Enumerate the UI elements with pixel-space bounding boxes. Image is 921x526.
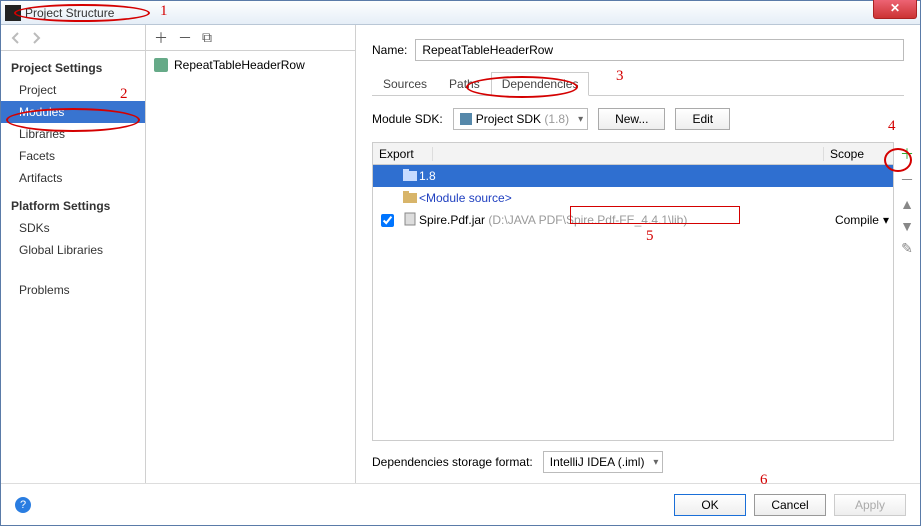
- tab-paths[interactable]: Paths: [438, 72, 491, 96]
- new-sdk-button[interactable]: New...: [598, 108, 665, 130]
- nav-history-bar: [1, 25, 145, 51]
- nav-header-platform: Platform Settings: [1, 195, 145, 217]
- settings-nav: Project Settings Project Modules Librari…: [1, 25, 146, 483]
- nav-item-artifacts[interactable]: Artifacts: [1, 167, 145, 189]
- app-icon: [5, 5, 21, 21]
- name-label: Name:: [372, 43, 407, 57]
- dep-table-header: Export Scope: [373, 143, 893, 165]
- nav-item-modules[interactable]: Modules: [1, 101, 145, 123]
- nav-header-project: Project Settings: [1, 57, 145, 79]
- remove-module-button[interactable]: －: [178, 28, 192, 48]
- nav-item-problems[interactable]: Problems: [1, 279, 145, 301]
- chevron-down-icon: ▾: [883, 213, 889, 227]
- export-checkbox[interactable]: [381, 214, 394, 227]
- edit-sdk-button[interactable]: Edit: [675, 108, 730, 130]
- dep-row-text: Spire.Pdf.jar (D:\JAVA PDF\Spire.Pdf-FE_…: [419, 213, 821, 227]
- help-button[interactable]: ?: [15, 497, 31, 513]
- sdk-row: Module SDK: Project SDK (1.8) New... Edi…: [356, 96, 920, 142]
- ok-button[interactable]: OK: [674, 494, 746, 516]
- move-down-button[interactable]: ▼: [900, 218, 914, 234]
- dep-row-jar[interactable]: Spire.Pdf.jar (D:\JAVA PDF\Spire.Pdf-FE_…: [373, 209, 893, 231]
- titlebar: Project Structure ✕: [1, 1, 920, 25]
- nav-item-libraries[interactable]: Libraries: [1, 123, 145, 145]
- main-panel: Name: Sources Paths Dependencies Module …: [356, 25, 920, 483]
- add-dependency-button[interactable]: ＋: [900, 144, 914, 164]
- sdk-icon: [460, 113, 472, 125]
- module-toolbar: ＋ － ⧉: [146, 25, 355, 51]
- name-input[interactable]: [415, 39, 904, 61]
- project-structure-dialog: Project Structure ✕ Project Settings Pro…: [0, 0, 921, 526]
- module-column: ＋ － ⧉ RepeatTableHeaderRow: [146, 25, 356, 483]
- storage-format-row: Dependencies storage format: IntelliJ ID…: [356, 441, 920, 483]
- module-tabs: Sources Paths Dependencies: [372, 71, 904, 96]
- module-icon: [154, 58, 168, 72]
- dep-row-module-source[interactable]: <Module source>: [373, 187, 893, 209]
- dep-row-sdk[interactable]: 1.8: [373, 165, 893, 187]
- dep-row-check[interactable]: [373, 211, 401, 230]
- storage-format-value: IntelliJ IDEA (.iml): [550, 455, 645, 469]
- storage-format-combo[interactable]: IntelliJ IDEA (.iml): [543, 451, 664, 473]
- module-list: RepeatTableHeaderRow: [146, 51, 355, 483]
- dependencies-table: Export Scope 1.8: [372, 142, 894, 441]
- nav-item-project[interactable]: Project: [1, 79, 145, 101]
- jar-icon: [401, 212, 419, 229]
- dialog-body: Project Settings Project Modules Librari…: [1, 25, 920, 483]
- cancel-button[interactable]: Cancel: [754, 494, 826, 516]
- dep-table-body: 1.8 <Module source>: [373, 165, 893, 440]
- sdk-value-prefix: Project SDK: [476, 112, 541, 126]
- close-button[interactable]: ✕: [873, 0, 917, 19]
- remove-dependency-button[interactable]: －: [900, 170, 914, 190]
- nav-item-facets[interactable]: Facets: [1, 145, 145, 167]
- forward-icon[interactable]: [29, 31, 43, 45]
- sdk-combo[interactable]: Project SDK (1.8): [453, 108, 588, 130]
- nav-list: Project Settings Project Modules Librari…: [1, 51, 145, 483]
- folder-icon: [401, 191, 419, 206]
- dep-row-text: <Module source>: [419, 191, 821, 205]
- module-item[interactable]: RepeatTableHeaderRow: [146, 55, 355, 75]
- module-item-label: RepeatTableHeaderRow: [174, 58, 305, 72]
- apply-button[interactable]: Apply: [834, 494, 906, 516]
- move-up-button[interactable]: ▲: [900, 196, 914, 212]
- dep-side-toolbar: ＋ － ▲ ▼ ✎: [894, 142, 920, 441]
- nav-item-sdks[interactable]: SDKs: [1, 217, 145, 239]
- scope-value: Compile: [835, 213, 879, 227]
- tab-dependencies[interactable]: Dependencies: [491, 72, 590, 96]
- sdk-label: Module SDK:: [372, 112, 443, 126]
- back-icon[interactable]: [9, 31, 23, 45]
- name-row: Name:: [356, 25, 920, 71]
- nav-item-global-libraries[interactable]: Global Libraries: [1, 239, 145, 261]
- col-scope: Scope: [823, 147, 893, 161]
- dep-row-text: 1.8: [419, 169, 821, 183]
- dependencies-wrap: Export Scope 1.8: [372, 142, 920, 441]
- sdk-value-suffix: (1.8): [544, 112, 569, 126]
- dialog-footer: ? OK Cancel Apply: [1, 483, 920, 525]
- dep-row-scope[interactable]: Compile ▾: [821, 213, 893, 227]
- tab-sources[interactable]: Sources: [372, 72, 438, 96]
- edit-dependency-button[interactable]: ✎: [901, 240, 913, 257]
- copy-module-button[interactable]: ⧉: [202, 29, 212, 46]
- storage-format-label: Dependencies storage format:: [372, 455, 533, 469]
- window-title: Project Structure: [25, 6, 114, 20]
- add-module-button[interactable]: ＋: [154, 28, 168, 48]
- folder-icon: [401, 169, 419, 184]
- col-export: Export: [373, 147, 433, 161]
